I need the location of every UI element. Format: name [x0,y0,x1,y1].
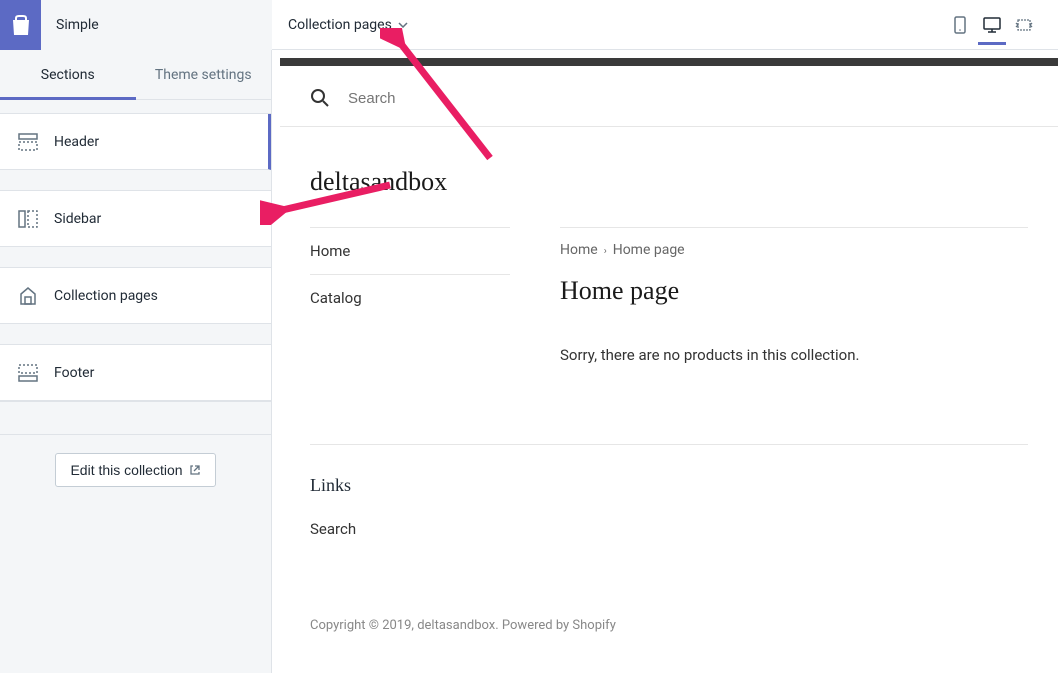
search-icon [310,88,330,108]
shopify-logo [0,0,41,50]
breadcrumb: Home › Home page [560,242,1028,258]
topbar: Simple Collection pages [0,0,1058,50]
sidebar-section-icon [18,210,38,228]
section-item-header[interactable]: Header [0,114,271,170]
breadcrumb-separator: › [604,246,607,257]
section-label: Sidebar [54,211,101,227]
section-label: Footer [54,365,94,381]
header-section-icon [18,133,38,151]
page-title: Home page [560,276,1028,306]
section-label: Header [54,134,99,150]
preview-frame: deltasandbox Home Catalog Home › Home page… [272,50,1058,673]
collection-section-icon [18,286,38,306]
theme-name: Simple [41,0,272,50]
site-footer: Links Search [310,444,1028,538]
site-nav: Home Catalog [310,227,510,364]
device-preview-toggle [946,0,1058,50]
bag-icon [11,14,31,36]
breadcrumb-current: Home page [613,242,685,258]
page-selector-label: Collection pages [288,17,392,33]
tab-theme-settings[interactable]: Theme settings [136,50,272,100]
left-panel: Sections Theme settings Header Sidebar C… [0,50,272,673]
nav-link-catalog[interactable]: Catalog [310,274,510,321]
site-search-bar [280,66,1058,127]
site-title: deltasandbox [280,127,1058,227]
desktop-view-button[interactable] [978,5,1006,45]
fullscreen-view-button[interactable] [1010,5,1038,45]
external-link-icon [189,464,201,476]
mobile-view-button[interactable] [946,5,974,45]
tab-sections[interactable]: Sections [0,50,136,100]
browser-chrome [280,58,1058,66]
breadcrumb-home[interactable]: Home [560,242,598,258]
section-label: Collection pages [54,288,158,304]
site-main: Home › Home page Home page Sorry, there ar… [560,227,1028,364]
empty-collection-message: Sorry, there are no products in this col… [560,346,1028,364]
footer-heading: Links [310,475,1028,496]
edit-collection-label: Edit this collection [70,462,182,478]
section-item-footer[interactable]: Footer [0,345,271,401]
section-item-sidebar[interactable]: Sidebar [0,191,271,247]
search-input[interactable] [348,90,648,107]
nav-link-home[interactable]: Home [310,227,510,274]
footer-link-search[interactable]: Search [310,520,1028,538]
panel-tabs: Sections Theme settings [0,50,271,100]
edit-collection-button[interactable]: Edit this collection [55,453,215,487]
page-selector-dropdown[interactable]: Collection pages [288,17,408,33]
footer-section-icon [18,364,38,382]
copyright: Copyright © 2019, deltasandbox. Powered … [310,618,1028,633]
site-preview: deltasandbox Home Catalog Home › Home page… [280,66,1058,673]
section-list: Header Sidebar Collection pages Footer E… [0,100,271,487]
chevron-down-icon [398,22,408,28]
section-item-collection-pages[interactable]: Collection pages [0,268,271,324]
